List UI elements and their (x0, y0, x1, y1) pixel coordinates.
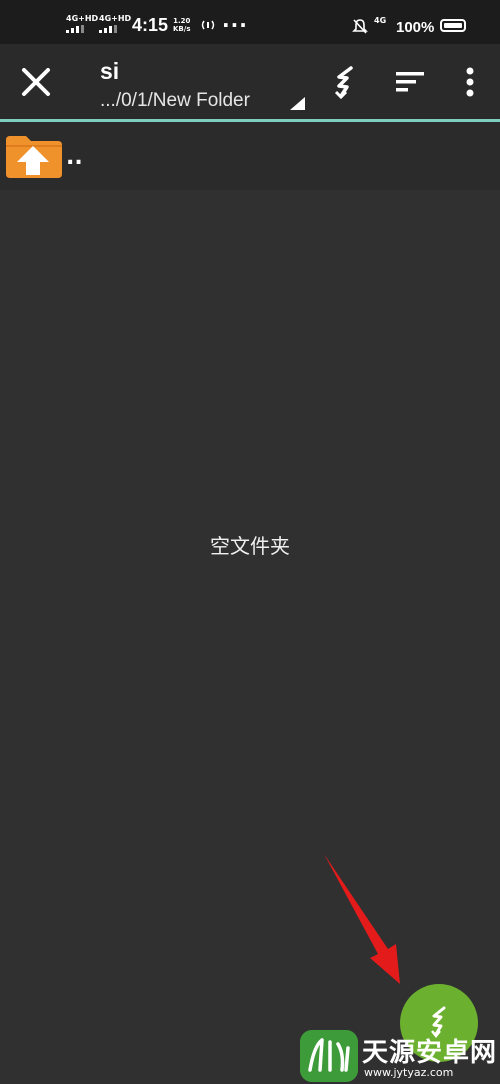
watermark-url: www.jytyaz.com (364, 1066, 454, 1079)
more-notifications-icon: ··· (222, 13, 248, 37)
signal-sim2-label: 4G+HD (99, 14, 132, 23)
parent-folder-row[interactable]: .. (0, 122, 500, 190)
download-icon[interactable] (325, 62, 365, 102)
watermark: 天源安卓网 www.jytyaz.com (300, 1026, 500, 1084)
path-dropdown-icon[interactable] (290, 97, 305, 110)
battery-percent: 100% (396, 19, 435, 36)
toolbar: si .../0/1/New Folder (0, 44, 500, 122)
network-type-label: 4G (374, 16, 387, 25)
speed-value: 1.20 (173, 17, 191, 25)
signal-bars-icon (99, 25, 117, 33)
network-speed: 1.20 KB/s (173, 17, 190, 33)
empty-folder-message: 空文件夹 (210, 534, 290, 558)
signal-bars-icon (66, 25, 84, 33)
network-type: 4G (374, 17, 386, 25)
folder-title: si (100, 58, 120, 84)
sort-icon[interactable] (390, 62, 430, 102)
hotspot-icon (201, 20, 215, 30)
close-icon[interactable] (14, 60, 58, 104)
red-arrow-annotation (324, 854, 400, 984)
status-bar: 4G+HD 4G+HD 4:15 1.20 KB/s ··· 4G 100% (0, 0, 500, 44)
folder-path[interactable]: .../0/1/New Folder (100, 90, 250, 112)
bell-off-icon (352, 19, 368, 34)
folder-up-icon (6, 136, 62, 178)
signal-sim1: 4G+HD (66, 14, 98, 33)
speed-unit: KB/s (173, 25, 191, 33)
more-vertical-icon[interactable] (450, 62, 490, 102)
clock: 4:15 (132, 15, 169, 35)
signal-sim1-label: 4G+HD (66, 14, 99, 23)
parent-folder-label: .. (66, 145, 83, 170)
watermark-logo-icon (300, 1030, 358, 1082)
battery-icon (440, 19, 466, 32)
watermark-title: 天源安卓网 (362, 1038, 498, 1068)
signal-sim2: 4G+HD (99, 14, 131, 33)
